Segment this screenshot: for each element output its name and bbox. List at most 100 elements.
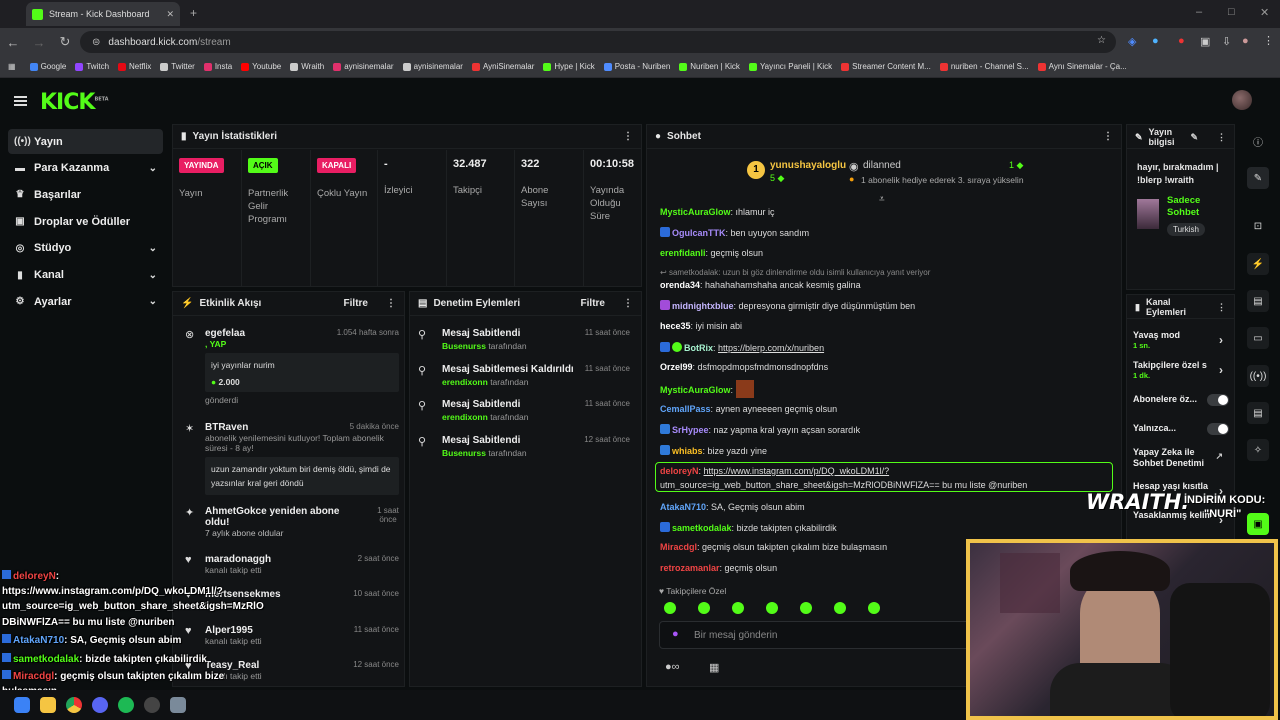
activity-item[interactable]: ✶ BTRaven abonelik yenilemesini kutluyor! … — [179, 422, 399, 495]
bookmark-item[interactable]: Aynı Sinemalar - Ça... — [1037, 62, 1127, 71]
bookmark-item[interactable]: aynisinemalar — [333, 62, 394, 71]
emote-icon[interactable] — [800, 602, 812, 614]
emote-icon[interactable] — [868, 602, 880, 614]
chat-message[interactable]: sametkodalak: bizde takipten çıkabilirdi… — [660, 522, 1115, 533]
stream-info-menu-icon[interactable]: ⋮ — [1217, 132, 1226, 142]
chat-username[interactable]: OgulcanTTK — [672, 228, 726, 238]
chat-message[interactable]: Orzel99: dsfmopdmopsfmdmonsdnopfdns — [660, 362, 1115, 372]
layout-icon[interactable]: ▤ — [1247, 402, 1269, 424]
extension-shield-icon[interactable]: ◈ — [1128, 35, 1136, 48]
chat-message[interactable]: OgulcanTTK: ben uyuyon sandım — [660, 227, 1115, 238]
chat-username[interactable]: retrozamanlar — [660, 563, 720, 573]
collapse-icon[interactable]: ⩡ — [879, 194, 885, 205]
chat-message[interactable]: deloreyN: https://www.instagram.com/p/DQ… — [660, 466, 1115, 476]
toggle-switch[interactable] — [1207, 394, 1229, 406]
activity-filter-button[interactable]: Filtre — [344, 298, 368, 309]
browser-menu-icon[interactable]: ⋮ — [1263, 34, 1274, 47]
chat-username[interactable]: MysticAuraGlow — [660, 385, 731, 395]
sidebar-item-6[interactable]: ⚙ Ayarlar ⌄ — [8, 289, 163, 314]
extensions-puzzle-icon[interactable]: ▣ — [1200, 35, 1210, 48]
close-tab-icon[interactable]: ✕ — [166, 9, 174, 20]
apps-grid-icon[interactable]: ▦ — [8, 62, 16, 71]
lightning-rail-icon[interactable]: ⚡ — [1247, 253, 1269, 275]
url-field[interactable]: ⊜ dashboard.kick.com/stream ☆ — [80, 31, 1116, 53]
leader-name[interactable]: yunushayaloglu — [770, 160, 846, 171]
user-avatar[interactable] — [1232, 90, 1252, 110]
toggle-switch[interactable] — [1207, 423, 1229, 435]
chat-message[interactable]: erenfidanli: geçmiş olsun — [660, 248, 1115, 258]
bookmark-item[interactable]: Insta — [203, 62, 232, 71]
discord-icon[interactable] — [92, 697, 108, 713]
sidebar-item-3[interactable]: ▣ Droplar ve Ödüller — [8, 209, 163, 234]
chat-username[interactable]: CemallPass — [660, 404, 711, 414]
chat-username[interactable]: Orzel99 — [660, 362, 693, 372]
bookmark-item[interactable]: nuriben - Channel S... — [939, 62, 1029, 71]
site-info-icon[interactable]: ⊜ — [92, 37, 100, 48]
broadcast-rail-icon[interactable]: ((•)) — [1247, 365, 1269, 387]
bookmark-item[interactable]: Streamer Content M... — [841, 62, 931, 71]
chat-message[interactable]: CemallPass: aynen ayneeeen geçmiş olsun — [660, 404, 1115, 414]
chevron-right-icon[interactable]: › — [1219, 333, 1223, 347]
reply-context[interactable]: ↩ sametkodalak: uzun bi göz dinlendirme … — [660, 268, 1115, 277]
emote-icon[interactable] — [766, 602, 778, 614]
chevron-down-icon[interactable]: ⌄ — [149, 163, 157, 174]
chat-username[interactable]: midnightxblue — [672, 301, 734, 311]
chrome-icon[interactable] — [66, 697, 82, 713]
store-icon[interactable]: ▦ — [709, 661, 719, 674]
windows-start-icon[interactable] — [14, 697, 30, 713]
chat-username[interactable]: erenfidanli — [660, 248, 706, 258]
chat-text[interactable]: https://www.instagram.com/p/DQ_wkoLDM1l/… — [704, 466, 890, 476]
chevron-down-icon[interactable]: ⌄ — [149, 270, 157, 281]
moderation-item[interactable]: ⚲ Mesaj Sabitlemesi Kaldırıldı erendixonn … — [418, 364, 630, 387]
moderation-item[interactable]: ⚲ Mesaj Sabitlendi Busenurss tarafından 12 … — [418, 435, 630, 458]
moderation-item[interactable]: ⚲ Mesaj Sabitlendi erendixonn tarafından 11… — [418, 399, 630, 422]
chat-username[interactable]: Miracdgl — [660, 542, 697, 552]
reload-icon[interactable]: ↻ — [52, 34, 78, 50]
chat-message[interactable]: orenda34: hahahahamshaha ancak kesmiş ga… — [660, 280, 1115, 290]
chat-text[interactable]: https://blerp.com/x/nuriben — [718, 343, 824, 353]
close-window-icon[interactable]: ✕ — [1260, 6, 1269, 19]
emote-icon[interactable] — [834, 602, 846, 614]
chat-username[interactable]: sametkodalak — [672, 523, 732, 533]
maximize-icon[interactable]: □ — [1228, 6, 1235, 18]
chat-username[interactable]: SrHypee — [672, 425, 709, 435]
chat-rail-icon[interactable]: ▭ — [1247, 327, 1269, 349]
channel-action-item[interactable]: Yavaş mod 1 sn. › — [1133, 330, 1229, 354]
extension-blue-icon[interactable]: ● — [1152, 35, 1159, 47]
minimize-icon[interactable]: – — [1196, 6, 1202, 18]
bookmark-item[interactable]: Twitch — [75, 62, 109, 71]
chat-input[interactable]: ● Bir mesaj gönderin — [659, 621, 979, 649]
bookmark-item[interactable]: AyniSinemalar — [471, 62, 534, 71]
browser-tab[interactable]: Stream - Kick Dashboard ✕ — [26, 2, 180, 26]
bookmark-item[interactable]: Google — [29, 62, 66, 71]
external-link-icon[interactable]: ↗ — [1215, 451, 1223, 462]
bookmark-item[interactable]: aynisinemalar — [402, 62, 463, 71]
chevron-down-icon[interactable]: ⌄ — [149, 296, 157, 307]
info-icon[interactable]: ⓘ — [1247, 130, 1269, 152]
emote-icon[interactable] — [732, 602, 744, 614]
emoji-icon[interactable]: ●∞ — [665, 661, 680, 673]
activity-item[interactable]: ⊗ egefelaa, YAP iyi yayınlar nurim ● 2.000 g… — [179, 328, 399, 405]
mic-icon[interactable]: ● — [672, 628, 679, 640]
new-tab-icon[interactable]: + — [190, 6, 197, 20]
hamburger-menu-icon[interactable] — [14, 96, 27, 106]
channel-action-item[interactable]: Abonelere öz... — [1133, 394, 1229, 418]
activity-menu-icon[interactable]: ⋮ — [386, 298, 396, 309]
chat-message[interactable]: MysticAuraGlow: ıhlamur iç — [660, 207, 1115, 217]
capture-icon[interactable]: ⊡ — [1247, 215, 1269, 237]
bookmark-item[interactable]: Wraith — [290, 62, 324, 71]
channel-action-item[interactable]: Takipçilere özel s1 dk. › — [1133, 360, 1229, 384]
kick-logo[interactable]: KICKBETA — [40, 90, 109, 115]
chevron-down-icon[interactable]: ⌄ — [149, 243, 157, 254]
profile-icon[interactable]: ● — [1242, 35, 1249, 47]
activity-item[interactable]: ♥ maradonaggh kanalı takip etti 2 saat önce — [179, 554, 399, 575]
activity-item[interactable]: ✦ AhmetGokce yeniden abone oldu! 7 aylık a… — [179, 506, 399, 538]
moderation-item[interactable]: ⚲ Mesaj Sabitlendi Busenurss tarafından 11 … — [418, 328, 630, 351]
forward-icon[interactable]: → — [26, 35, 52, 50]
tools-icon[interactable]: ✧ — [1247, 439, 1269, 461]
moderation-filter-button[interactable]: Filtre — [581, 298, 605, 309]
chat-message[interactable]: whiabs: bize yazdı yine — [660, 445, 1115, 456]
emote-icon[interactable] — [698, 602, 710, 614]
bookmark-star-icon[interactable]: ☆ — [1097, 35, 1106, 46]
extension-red-icon[interactable]: ● — [1178, 35, 1185, 47]
